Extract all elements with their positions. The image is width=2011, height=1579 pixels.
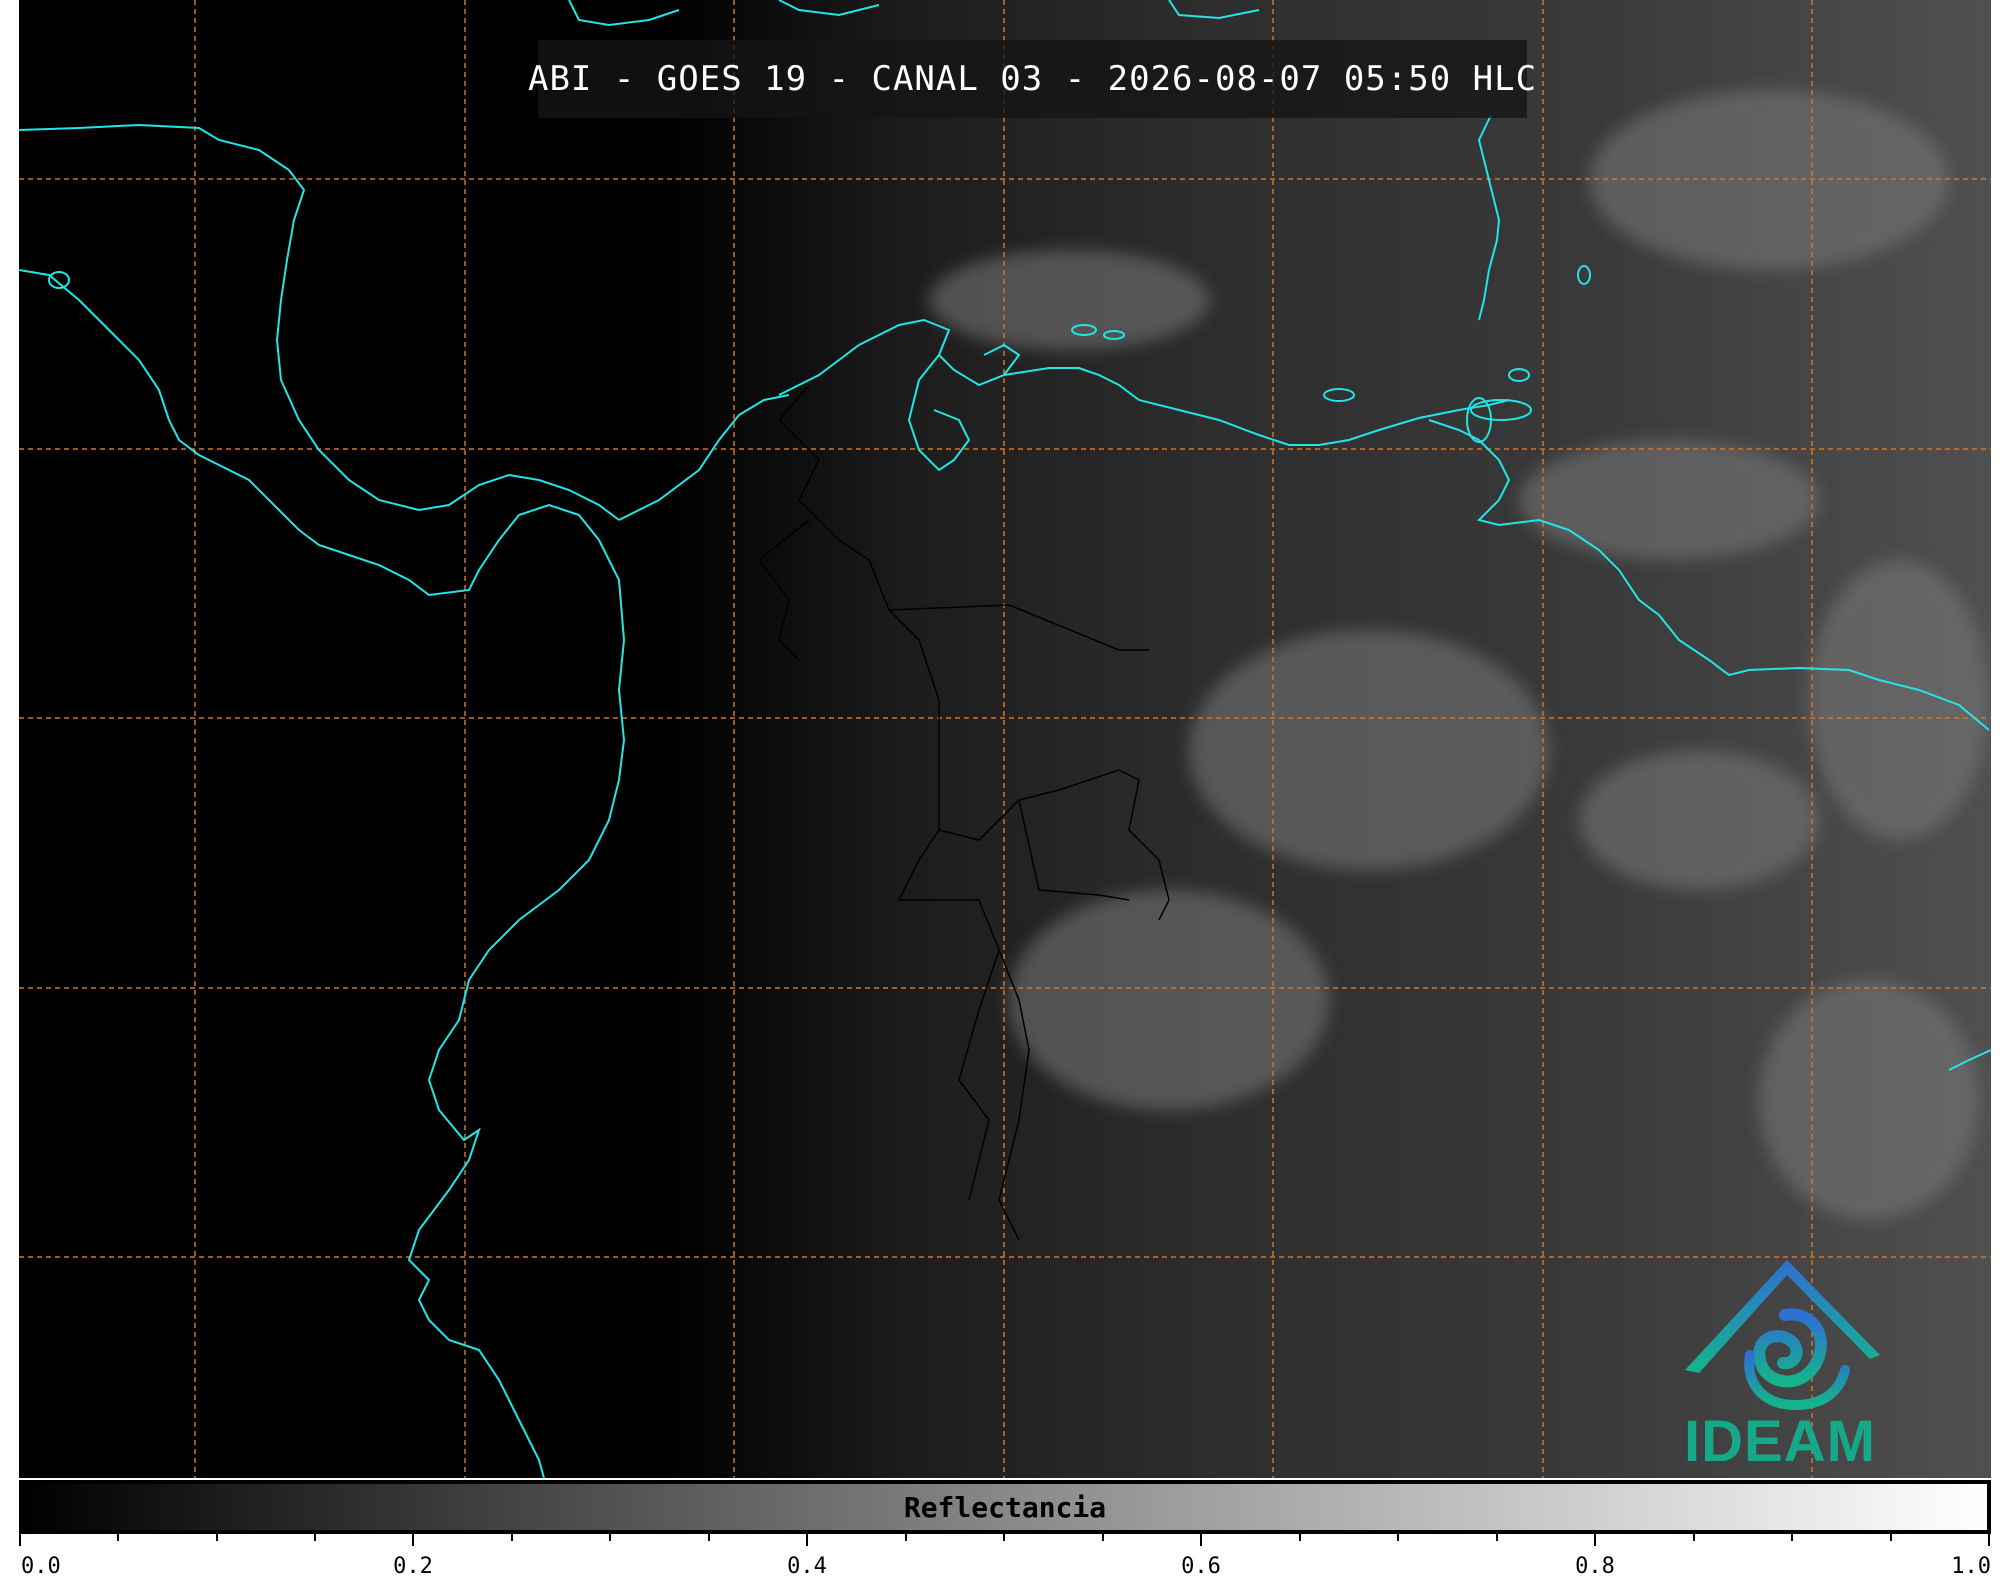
tick-label: 0.8 <box>1575 1554 1615 1579</box>
tick-label: 0.0 <box>21 1554 61 1579</box>
colorbar: Reflectancia <box>19 1480 1991 1534</box>
tick-marks <box>19 1534 1990 1546</box>
title-banner: ABI - GOES 19 - CANAL 03 - 2026-08-07 05… <box>527 40 1538 118</box>
ideam-logo: IDEAM <box>1665 1255 1895 1475</box>
tick-label: 0.4 <box>787 1554 827 1579</box>
tick-label: 1.0 <box>1951 1554 1991 1579</box>
colorbar-ticks: 0.0 0.2 0.4 0.6 0.8 1.0 <box>19 1534 1991 1579</box>
colorbar-label: Reflectancia <box>903 1490 1107 1524</box>
tick-label: 0.2 <box>393 1554 433 1579</box>
logo-wordmark: IDEAM <box>1684 1409 1876 1474</box>
ideam-logo-mark <box>1685 1260 1880 1411</box>
tick-label: 0.6 <box>1181 1554 1221 1579</box>
image-title: ABI - GOES 19 - CANAL 03 - 2026-08-07 05… <box>527 59 1538 99</box>
